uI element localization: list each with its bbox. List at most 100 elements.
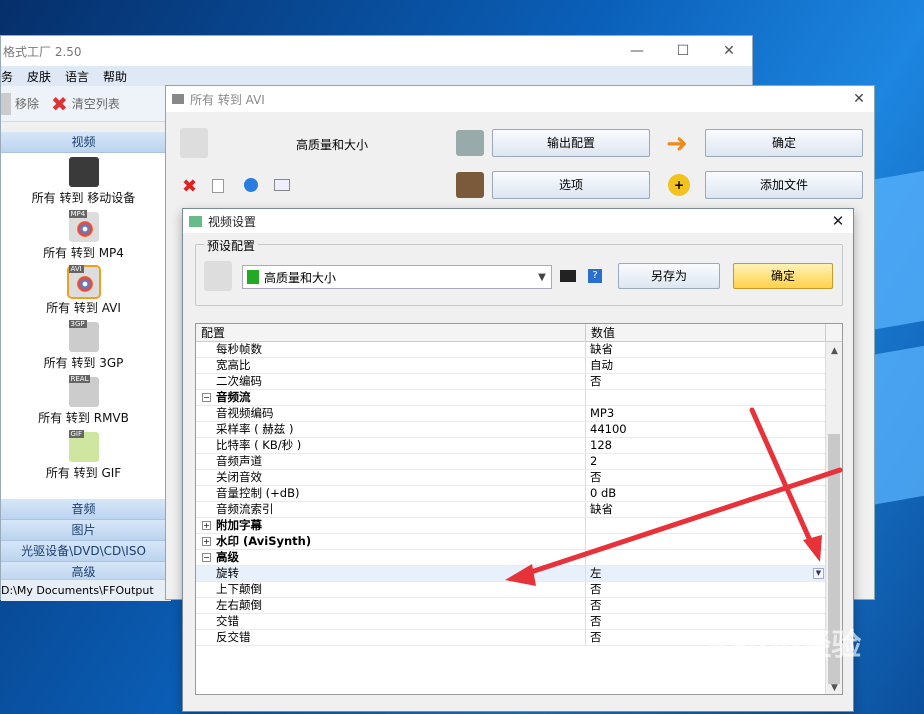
grid-row[interactable]: 采样率 ( 赫兹 ) 44100 <box>196 422 842 438</box>
row-value-cell[interactable]: 左 ▼ <box>586 566 826 581</box>
watermark-brand: Baidu经验 <box>705 628 862 663</box>
row-value-cell[interactable]: 否 <box>586 470 826 485</box>
clear-file-icon[interactable] <box>212 179 224 193</box>
add-file-button[interactable]: 添加文件 <box>705 171 863 199</box>
category-image[interactable]: 图片 <box>1 520 166 541</box>
format-avi[interactable]: AVI 所有 转到 AVI <box>1 263 166 318</box>
grid-row[interactable]: 每秒帧数 缺省 <box>196 342 842 358</box>
row-value-cell[interactable]: MP3 <box>586 406 826 421</box>
format-mobile[interactable]: 所有 转到 移动设备 <box>1 153 166 208</box>
collapse-icon[interactable]: − <box>202 553 211 562</box>
collapse-icon[interactable]: − <box>202 393 211 402</box>
category-audio[interactable]: 音频 <box>1 499 166 520</box>
grid-group-row[interactable]: + 水印 (AviSynth) <box>196 534 842 550</box>
grid-group-row[interactable]: − 高级 <box>196 550 842 566</box>
grid-row[interactable]: 比特率 ( KB/秒 ) 128 <box>196 438 842 454</box>
grid-group-row[interactable]: − 音频流 <box>196 390 842 406</box>
maximize-icon[interactable]: ☐ <box>660 43 706 59</box>
row-value-cell[interactable]: 否 <box>586 374 826 389</box>
row-key: 左右颠倒 <box>196 598 586 613</box>
menu-skin[interactable]: 皮肤 <box>27 68 51 85</box>
menu-task[interactable]: 务 <box>1 68 13 85</box>
empty-value-cell <box>586 518 826 533</box>
confirm-button[interactable]: 确定 <box>705 129 863 157</box>
preset-group-label: 预设配置 <box>204 237 259 254</box>
gif-icon: GIF <box>68 430 99 462</box>
format-gif[interactable]: GIF 所有 转到 GIF <box>1 428 166 483</box>
close-icon[interactable]: ✕ <box>706 43 752 59</box>
value-column-header: 数值 <box>586 324 826 341</box>
format-3gp[interactable]: 3GP 所有 转到 3GP <box>1 318 166 373</box>
output-config-icon <box>456 130 484 156</box>
scroll-up-icon[interactable]: ▲ <box>826 346 842 356</box>
row-value: 左 <box>590 566 602 580</box>
row-key: 上下颠倒 <box>196 582 586 597</box>
row-value-cell[interactable]: 2 <box>586 454 826 469</box>
group-label: 水印 (AviSynth) <box>216 534 312 548</box>
video-settings-titlebar: 视频设置 ✕ <box>183 209 853 233</box>
minimize-icon[interactable]: — <box>614 43 660 59</box>
close-icon[interactable]: ✕ <box>823 212 853 230</box>
grid-row[interactable]: 旋转左 ▼ <box>196 566 842 582</box>
preset-select[interactable]: 高质量和大小 ▼ <box>242 265 552 289</box>
options-button[interactable]: 选项 <box>492 171 650 199</box>
grid-row[interactable]: 宽高比 自动 <box>196 358 842 374</box>
row-value-cell[interactable]: 44100 <box>586 422 826 437</box>
output-path-status: D:\My Documents\FFOutput <box>1 579 171 601</box>
format-mp4[interactable]: MP4 所有 转到 MP4 <box>1 208 166 263</box>
settings-icon <box>189 215 202 227</box>
empty-value-cell <box>586 534 826 549</box>
grid-row[interactable]: 二次编码否 <box>196 374 842 390</box>
row-key: 音频声道 <box>196 454 586 469</box>
remove-icon <box>1 92 11 115</box>
play-icon[interactable] <box>244 178 258 192</box>
grid-row[interactable]: 关闭音效否 <box>196 470 842 486</box>
delete-icon[interactable]: ✖ <box>182 176 197 197</box>
category-rom[interactable]: 光驱设备\DVD\CD\ISO <box>1 541 166 562</box>
row-key: 旋转 <box>196 566 586 581</box>
convert-dialog-title: 所有 转到 AVI <box>190 92 265 107</box>
baidu-watermark: Baidu经验 jingyan.baidu.com <box>705 620 915 690</box>
row-key: 音频流索引 <box>196 502 586 517</box>
row-value-cell[interactable]: 缺省 <box>586 502 826 517</box>
row-value: 自动 <box>590 358 613 372</box>
chevron-down-icon[interactable]: ▼ <box>813 568 824 579</box>
output-config-button[interactable]: 输出配置 <box>492 129 650 157</box>
preset-selected-value: 高质量和大小 <box>264 270 337 285</box>
category-video[interactable]: 视频 <box>1 132 166 153</box>
row-value: 否 <box>590 470 602 484</box>
format-rmvb[interactable]: REAL 所有 转到 RMVB <box>1 373 166 428</box>
row-value: 否 <box>590 630 602 644</box>
grid-row[interactable]: 左右颠倒否 <box>196 598 842 614</box>
row-value-cell[interactable]: 0 dB <box>586 486 826 501</box>
main-window-title: 格式工厂 2.50 <box>3 44 82 59</box>
film-scissors-icon <box>456 172 484 198</box>
menu-language[interactable]: 语言 <box>65 68 89 85</box>
grid-row[interactable]: 音视频编码 MP3 <box>196 406 842 422</box>
info-icon[interactable] <box>274 179 290 191</box>
grid-row[interactable]: 音量控制 (+dB) 0 dB <box>196 486 842 502</box>
cmd-icon[interactable] <box>560 270 576 282</box>
row-value-cell[interactable]: 自动 <box>586 358 826 373</box>
save-as-button[interactable]: 另存为 <box>618 263 720 289</box>
clear-list-button[interactable]: ✖ 清空列表 <box>51 92 120 116</box>
menu-help[interactable]: 帮助 <box>103 68 127 85</box>
row-value-cell[interactable]: 否 <box>586 598 826 613</box>
row-value-cell[interactable]: 128 <box>586 438 826 453</box>
empty-value-cell <box>586 390 826 405</box>
row-value: 缺省 <box>590 502 613 516</box>
help-icon[interactable]: ? <box>588 269 602 283</box>
preset-confirm-button[interactable]: 确定 <box>733 263 833 289</box>
expand-icon[interactable]: + <box>202 521 211 530</box>
remove-button[interactable]: 移除 <box>1 92 39 115</box>
row-value-cell[interactable]: 否 <box>586 582 826 597</box>
close-icon[interactable]: ✕ <box>844 91 874 107</box>
grid-row[interactable]: 音频流索引 缺省 <box>196 502 842 518</box>
grid-group-row[interactable]: + 附加字幕 <box>196 518 842 534</box>
grid-row[interactable]: 音频声道 2 <box>196 454 842 470</box>
expand-icon[interactable]: + <box>202 537 211 546</box>
grid-row[interactable]: 上下颠倒否 <box>196 582 842 598</box>
row-value-cell[interactable]: 缺省 <box>586 342 826 357</box>
chevron-down-icon[interactable]: ▼ <box>533 272 551 283</box>
row-key: 宽高比 <box>196 358 586 373</box>
